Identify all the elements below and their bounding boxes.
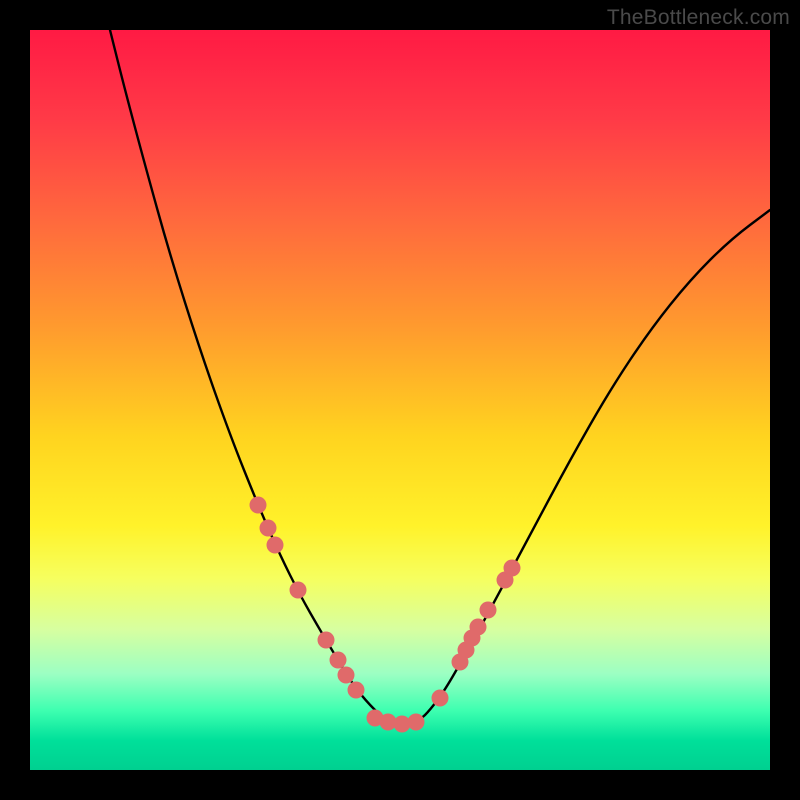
curve-dot (338, 667, 355, 684)
curve-dot (432, 690, 449, 707)
bottleneck-curve (110, 30, 770, 724)
curve-dot (267, 537, 284, 554)
curve-dots-left (250, 497, 365, 699)
curve-dots-bottom (367, 710, 425, 733)
curve-dot (250, 497, 267, 514)
curve-dot (480, 602, 497, 619)
plot-area (30, 30, 770, 770)
watermark-text: TheBottleneck.com (607, 6, 790, 30)
curve-dot (408, 714, 425, 731)
curve-dot (260, 520, 277, 537)
curve-dot (504, 560, 521, 577)
curve-dot (330, 652, 347, 669)
curve-dot (290, 582, 307, 599)
curve-dot (470, 619, 487, 636)
curve-dot (348, 682, 365, 699)
curve-dots-right (432, 560, 521, 707)
curve-dot (318, 632, 335, 649)
chart-frame: TheBottleneck.com (0, 0, 800, 800)
curve-svg (30, 30, 770, 770)
